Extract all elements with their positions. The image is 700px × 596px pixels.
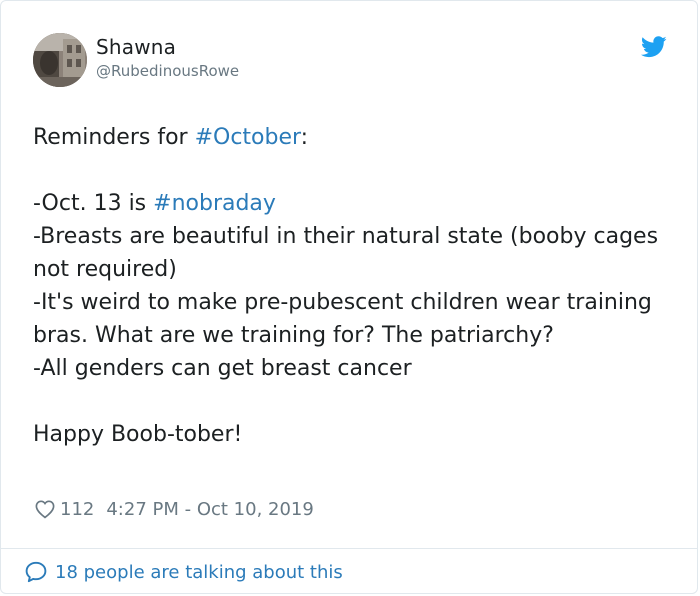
display-name[interactable]: Shawna: [96, 35, 239, 59]
tweet-header: Shawna @RubedinousRowe: [33, 33, 667, 89]
hashtag-nobraday-link[interactable]: #nobraday: [153, 191, 276, 216]
tweet-line1-prefix: -Oct. 13 is: [33, 191, 154, 216]
tweet-timestamp[interactable]: 4:27 PM - Oct 10, 2019: [106, 499, 313, 520]
tweet-line3: -It's weird to make pre-pubescent childr…: [33, 290, 659, 348]
tweet-closing: Happy Boob-tober!: [33, 422, 243, 447]
tweet-meta: 112 4:27 PM - Oct 10, 2019: [34, 495, 314, 523]
user-info: Shawna @RubedinousRowe: [96, 35, 239, 80]
heart-icon: [34, 498, 56, 520]
tweet-intro-end: :: [300, 125, 309, 150]
tweet-card: Shawna @RubedinousRowe Reminders for #Oc…: [0, 0, 698, 594]
avatar[interactable]: [33, 33, 87, 87]
hashtag-october-link[interactable]: #October: [195, 125, 301, 150]
tweet-intro: Reminders for: [33, 125, 195, 150]
conversation-link[interactable]: 18 people are talking about this: [24, 558, 343, 586]
user-handle[interactable]: @RubedinousRowe: [96, 62, 239, 80]
conversation-link-label: 18 people are talking about this: [55, 561, 343, 583]
tweet-text: Reminders for #October: -Oct. 13 is #nob…: [33, 121, 673, 451]
twitter-bird-icon[interactable]: [640, 36, 667, 58]
tweet-line4: -All genders can get breast cancer: [33, 356, 412, 381]
tweet-line2: -Breasts are beautiful in their natural …: [33, 224, 666, 282]
speech-bubble-icon: [24, 560, 48, 584]
like-button[interactable]: 112: [34, 498, 94, 520]
divider: [1, 548, 697, 549]
like-count: 112: [60, 498, 95, 520]
